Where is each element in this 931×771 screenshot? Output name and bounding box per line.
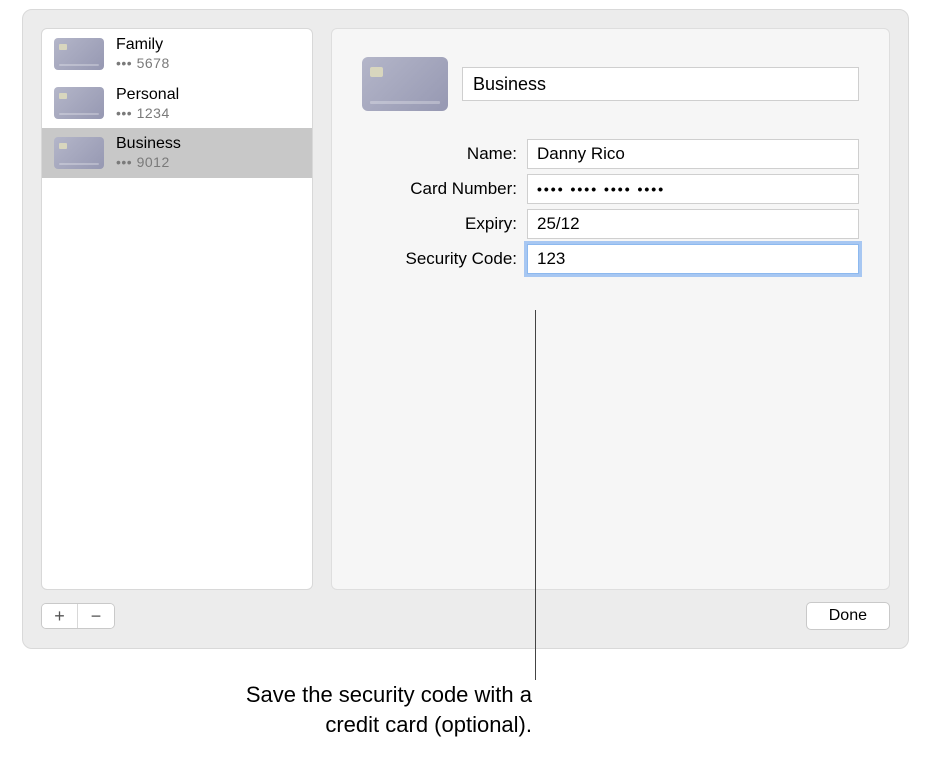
card-item-label: Personal <box>116 85 179 105</box>
card-item-masked: ••• 5678 <box>116 55 170 73</box>
form-row-card-number: Card Number: <box>362 174 859 204</box>
name-label: Name: <box>362 144 527 164</box>
card-number-input[interactable] <box>527 174 859 204</box>
credit-card-icon <box>54 38 104 70</box>
bottom-bar: + − Done <box>23 590 908 648</box>
card-item-masked: ••• 1234 <box>116 105 179 123</box>
credit-cards-window: Family ••• 5678 Personal ••• 1234 Busine… <box>22 9 909 649</box>
card-list-item[interactable]: Family ••• 5678 <box>42 29 312 79</box>
callout-text: Save the security code with a credit car… <box>130 680 532 739</box>
expiry-label: Expiry: <box>362 214 527 234</box>
card-title-input[interactable] <box>462 67 859 101</box>
done-button[interactable]: Done <box>806 602 890 630</box>
list-item-text: Family ••• 5678 <box>116 35 170 73</box>
add-card-button[interactable]: + <box>42 604 78 628</box>
detail-header <box>362 57 859 111</box>
form-row-security-code: Security Code: <box>362 244 859 274</box>
cards-sidebar: Family ••• 5678 Personal ••• 1234 Busine… <box>41 28 313 590</box>
card-item-label: Family <box>116 35 170 55</box>
callout-line-2: credit card (optional). <box>325 712 532 737</box>
list-item-text: Business ••• 9012 <box>116 134 181 172</box>
card-list-item[interactable]: Personal ••• 1234 <box>42 79 312 129</box>
security-code-label: Security Code: <box>362 249 527 269</box>
remove-card-button[interactable]: − <box>78 604 114 628</box>
expiry-input[interactable] <box>527 209 859 239</box>
name-input[interactable] <box>527 139 859 169</box>
credit-card-icon <box>54 137 104 169</box>
callout-line-1: Save the security code with a <box>246 682 532 707</box>
card-list-item[interactable]: Business ••• 9012 <box>42 128 312 178</box>
form-row-name: Name: <box>362 139 859 169</box>
list-item-text: Personal ••• 1234 <box>116 85 179 123</box>
security-code-input[interactable] <box>527 244 859 274</box>
credit-card-icon <box>362 57 448 111</box>
card-number-label: Card Number: <box>362 179 527 199</box>
minus-icon: − <box>91 607 102 625</box>
cards-list: Family ••• 5678 Personal ••• 1234 Busine… <box>42 29 312 589</box>
card-detail-panel: Name: Card Number: Expiry: Security Code… <box>331 28 890 590</box>
add-remove-control: + − <box>41 603 115 629</box>
card-item-masked: ••• 9012 <box>116 154 181 172</box>
content-area: Family ••• 5678 Personal ••• 1234 Busine… <box>23 10 908 590</box>
card-item-label: Business <box>116 134 181 154</box>
detail-form: Name: Card Number: Expiry: Security Code… <box>362 139 859 274</box>
form-row-expiry: Expiry: <box>362 209 859 239</box>
callout-leader-line <box>535 310 536 680</box>
credit-card-icon <box>54 87 104 119</box>
plus-icon: + <box>54 607 65 625</box>
